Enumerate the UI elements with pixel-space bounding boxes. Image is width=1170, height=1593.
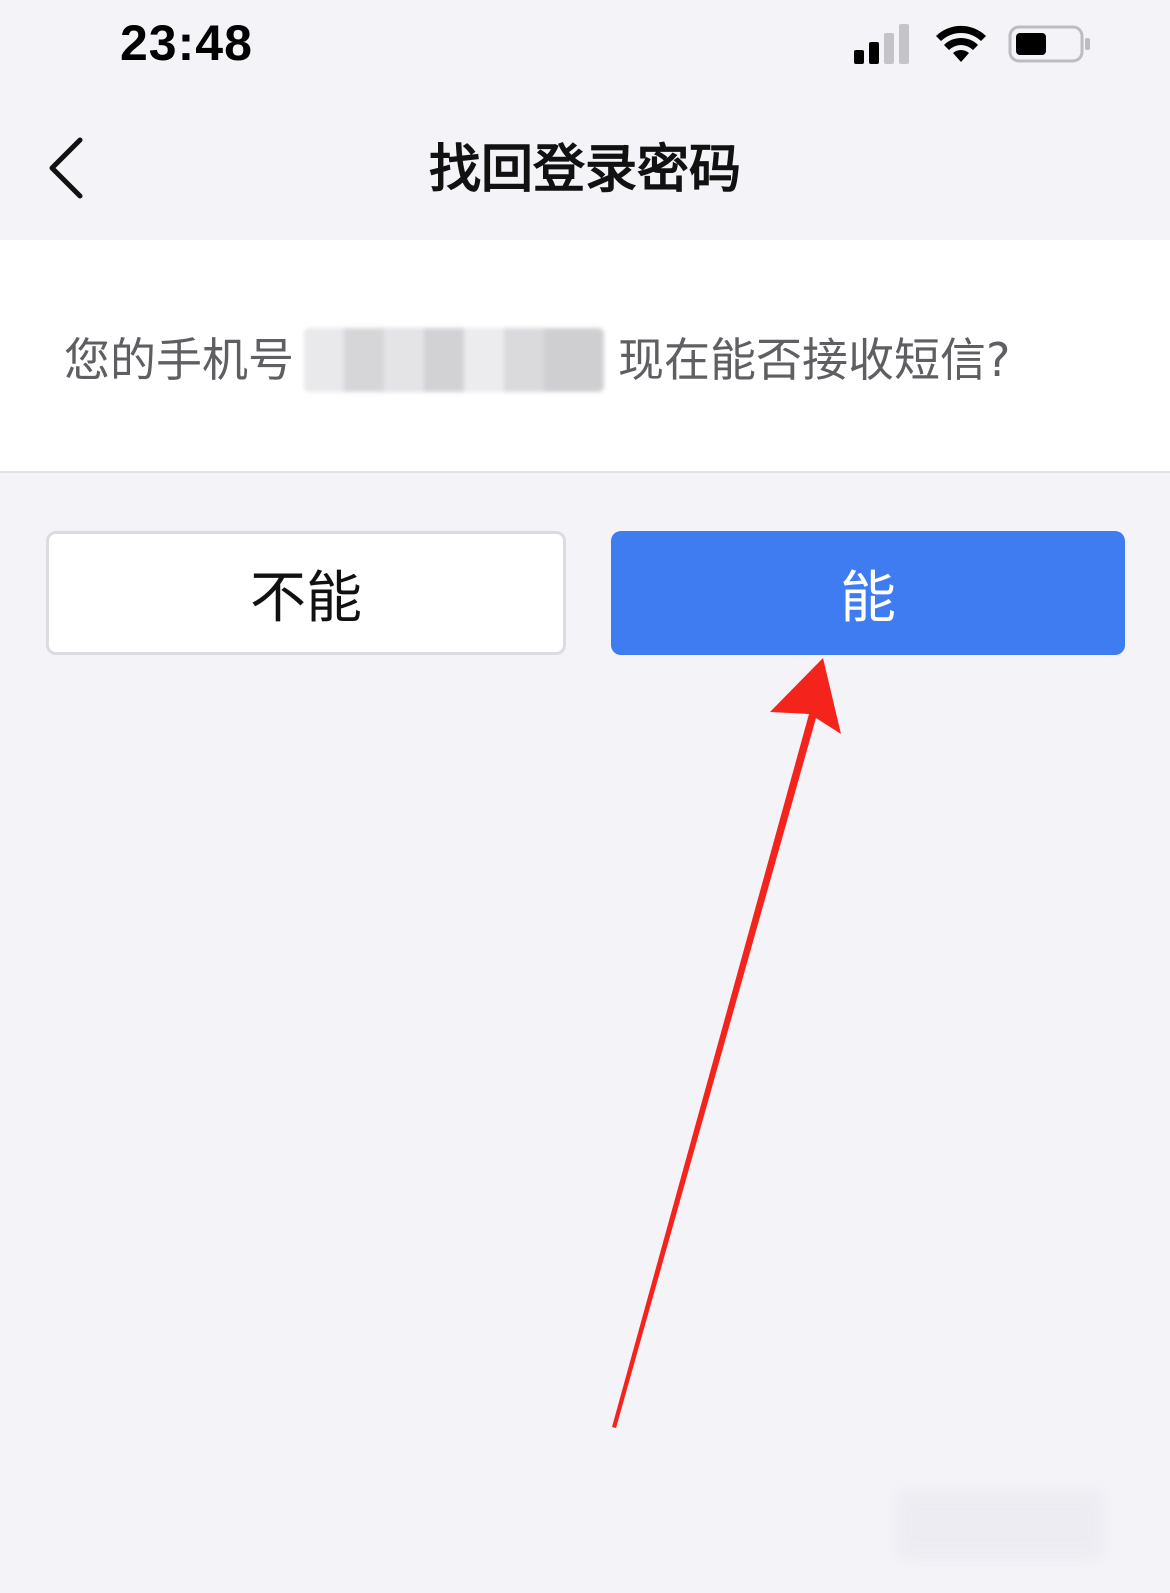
can-receive-button[interactable]: 能: [611, 531, 1125, 655]
cellular-signal-icon: [854, 24, 914, 68]
page-title: 找回登录密码: [428, 140, 741, 200]
question-card: 您的手机号 现在能否接收短信?: [0, 240, 1170, 473]
status-icons: [854, 24, 1092, 68]
battery-icon: [1008, 24, 1092, 68]
nav-bar: 找回登录密码: [0, 95, 1170, 240]
cannot-receive-button[interactable]: 不能: [46, 531, 566, 655]
question-suffix: 现在能否接收短信?: [618, 333, 1011, 387]
watermark-blur: [895, 1490, 1105, 1560]
question-text: 您的手机号 现在能否接收短信?: [64, 328, 1010, 392]
status-time: 23:48: [120, 15, 253, 71]
status-bar: 23:48: [0, 0, 1170, 95]
question-prefix: 您的手机号: [64, 333, 294, 387]
wifi-icon: [936, 24, 986, 68]
masked-phone-number: [304, 328, 604, 392]
